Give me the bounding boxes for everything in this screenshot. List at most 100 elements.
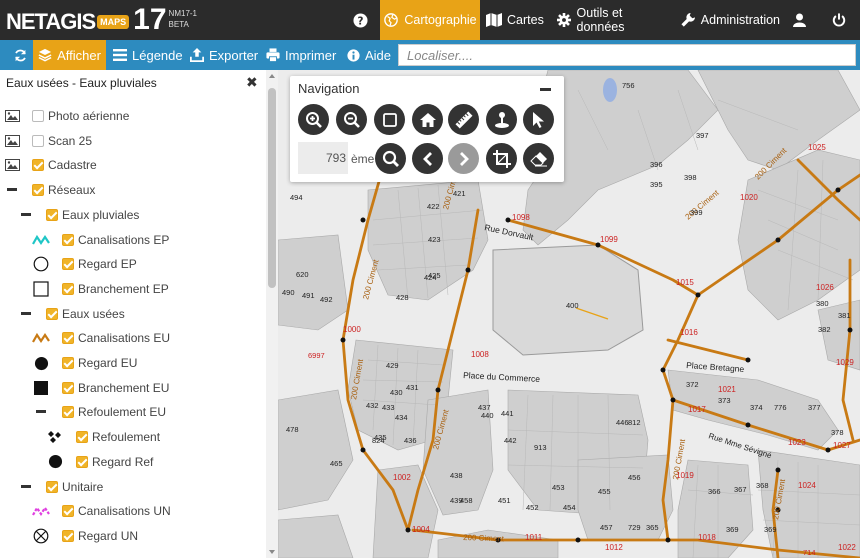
layer-item[interactable]: Eaux usées <box>0 304 260 324</box>
sidebar-scrollbar[interactable] <box>266 70 278 558</box>
zoom-box-button[interactable] <box>374 104 405 135</box>
layer-checkbox[interactable] <box>32 134 44 147</box>
layer-checkbox[interactable] <box>62 529 74 542</box>
layer-item[interactable]: Canalisations EP <box>0 230 260 250</box>
tab-cartographie-label: Cartographie <box>404 13 477 27</box>
locate-button[interactable] <box>486 104 517 135</box>
parcel-label: 620 <box>296 270 309 279</box>
layer-item[interactable]: Regard Ref <box>0 452 260 472</box>
layer-item[interactable]: Réseaux <box>0 180 260 200</box>
layer-item[interactable]: Eaux pluviales <box>0 205 260 225</box>
layer-checkbox[interactable] <box>62 282 74 295</box>
previous-icon <box>421 151 435 167</box>
map-label: 6997 <box>308 351 325 360</box>
aide-button[interactable]: Aide <box>346 40 391 70</box>
help-button[interactable]: ? <box>345 0 375 40</box>
layer-item[interactable]: Regard EP <box>0 254 260 274</box>
afficher-button[interactable]: Afficher <box>33 40 106 70</box>
parcel-label: 434 <box>395 413 408 422</box>
tab-cartographie[interactable]: Cartographie <box>380 0 480 40</box>
layer-item[interactable]: Photo aérienne <box>0 106 260 126</box>
layer-item[interactable]: Cadastre <box>0 155 260 175</box>
layer-item[interactable]: Canalisations UN <box>0 501 260 521</box>
layer-checkbox[interactable] <box>62 258 74 271</box>
node-label: 1012 <box>605 543 623 552</box>
exporter-label: Exporter <box>209 47 259 63</box>
layer-label: Eaux pluviales <box>62 207 140 222</box>
minimize-icon[interactable] <box>540 88 551 91</box>
previous-button[interactable] <box>412 143 443 174</box>
exporter-button[interactable]: Exporter <box>190 40 258 70</box>
pointer-button[interactable] <box>523 104 554 135</box>
layer-checkbox[interactable] <box>62 505 74 518</box>
layer-checkbox[interactable] <box>46 208 58 221</box>
layer-item[interactable]: Refoulement EU <box>0 402 260 422</box>
crop-button[interactable] <box>486 143 517 174</box>
layer-item[interactable]: Scan 25 <box>0 131 260 151</box>
imprimer-button[interactable]: Imprimer <box>266 40 336 70</box>
collapse-icon[interactable] <box>17 478 35 496</box>
parcel-label: 440 <box>481 411 494 420</box>
layer-item[interactable]: Branchement EU <box>0 378 260 398</box>
tab-administration[interactable]: Administration <box>680 0 780 40</box>
diamonds-icon <box>46 428 64 446</box>
legende-button[interactable]: Légende <box>113 40 183 70</box>
collapse-icon[interactable] <box>17 305 35 323</box>
build-number: NM17-1 <box>168 9 197 18</box>
tab-cartes-label: Cartes <box>507 13 544 27</box>
layer-item[interactable]: Canalisations EU <box>0 328 260 348</box>
parcel-label: 423 <box>428 235 441 244</box>
next-icon <box>457 151 471 167</box>
node-label: 1026 <box>816 283 834 292</box>
next-button[interactable] <box>448 143 479 174</box>
layer-item[interactable]: Regard EU <box>0 353 260 373</box>
parcel-label: 421 <box>453 189 466 198</box>
scale-search-button[interactable] <box>375 143 406 174</box>
logout-button[interactable] <box>826 0 852 40</box>
tab-cartes[interactable]: Cartes <box>486 0 546 40</box>
collapse-icon[interactable] <box>32 403 50 421</box>
pointer-icon <box>532 111 546 129</box>
measure-button[interactable] <box>448 104 479 135</box>
layer-checkbox[interactable] <box>62 381 74 394</box>
parcel-label: 382 <box>818 325 831 334</box>
zoom-out-button[interactable] <box>336 104 367 135</box>
layer-checkbox[interactable] <box>46 480 58 493</box>
home-button[interactable] <box>412 104 443 135</box>
parcel-label: 398 <box>684 173 697 182</box>
refresh-button[interactable] <box>8 40 32 70</box>
layer-checkbox[interactable] <box>62 332 74 345</box>
layer-label: Refoulement <box>92 430 161 445</box>
layer-checkbox[interactable] <box>76 455 88 468</box>
layer-label: Canalisations UN <box>78 504 171 519</box>
tab-outils[interactable]: Outils et données <box>556 0 671 40</box>
eraser-button[interactable] <box>523 143 554 174</box>
node-label: 1016 <box>680 328 698 337</box>
layer-checkbox[interactable] <box>62 357 74 369</box>
close-icon[interactable]: ✖ <box>246 74 258 91</box>
parcel-label: 454 <box>563 503 576 512</box>
layer-checkbox[interactable] <box>46 307 58 320</box>
parcel-label: 465 <box>330 459 343 468</box>
locate-icon <box>494 111 510 129</box>
layer-item[interactable]: Branchement EP <box>0 279 260 299</box>
collapse-icon[interactable] <box>17 206 35 224</box>
collapse-icon[interactable] <box>3 181 21 199</box>
scale-input[interactable]: 793 <box>298 142 348 174</box>
layer-checkbox[interactable] <box>32 159 44 172</box>
layer-checkbox[interactable] <box>32 184 44 197</box>
beta-tag: BETA <box>168 20 189 29</box>
layer-checkbox[interactable] <box>62 233 74 246</box>
layer-item[interactable]: Unitaire <box>0 477 260 497</box>
layer-tree-panel: Eaux usées - Eaux pluviales ✖ Photo aéri… <box>0 70 266 558</box>
layer-checkbox[interactable] <box>62 406 74 419</box>
print-icon <box>266 48 280 62</box>
layer-item[interactable]: Refoulement <box>0 427 260 447</box>
layer-checkbox[interactable] <box>32 110 44 122</box>
zoom-in-button[interactable] <box>298 104 329 135</box>
user-button[interactable] <box>787 0 811 40</box>
layer-item[interactable]: Regard UN <box>0 526 260 546</box>
crop-icon <box>492 149 511 168</box>
layer-checkbox[interactable] <box>76 431 88 444</box>
search-input[interactable] <box>398 44 856 66</box>
